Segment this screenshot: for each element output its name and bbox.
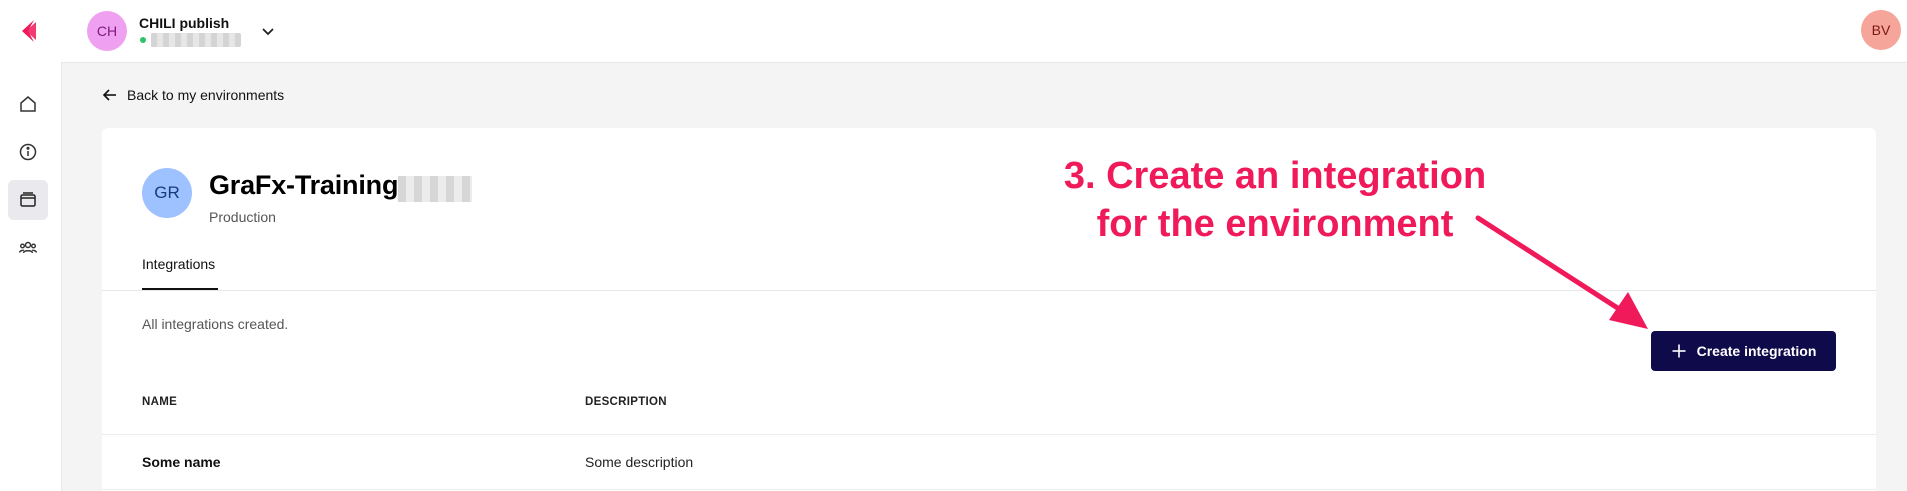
environment-switcher-name[interactable]: CHILI publish: [139, 15, 229, 31]
integrations-status-text: All integrations created.: [142, 316, 289, 332]
home-icon: [20, 96, 36, 112]
nav-home[interactable]: [8, 84, 48, 124]
nav-users[interactable]: [8, 228, 48, 268]
header-divider: [102, 434, 1876, 435]
plus-icon: [1672, 344, 1686, 358]
chili-logo[interactable]: [14, 16, 44, 46]
nav-environments[interactable]: [8, 180, 48, 220]
online-status-dot: [140, 37, 146, 43]
environment-type: Production: [209, 209, 276, 225]
users-icon: [18, 241, 38, 254]
create-integration-label: Create integration: [1696, 343, 1817, 359]
back-link-label: Back to my environments: [127, 87, 285, 103]
tab-divider: [102, 290, 1876, 291]
tutorial-annotation: 3. Create an integration for the environ…: [1040, 152, 1510, 248]
column-header-description: DESCRIPTION: [585, 396, 667, 408]
environment-card-avatar: GR: [142, 168, 192, 218]
user-avatar[interactable]: BV: [1861, 10, 1901, 50]
nav-info[interactable]: [8, 132, 48, 172]
chevron-down-icon[interactable]: [259, 22, 277, 40]
environment-card: GR GraFx-Training Production Integration…: [102, 128, 1876, 491]
table-row-name[interactable]: Some name: [142, 454, 221, 470]
row-divider: [102, 489, 1876, 490]
annotation-line-2: for the environment: [1096, 203, 1454, 245]
top-bar: CH CHILI publish BV: [61, 0, 1907, 63]
create-integration-button[interactable]: Create integration: [1651, 331, 1836, 371]
left-rail: [0, 0, 62, 491]
page-title: GraFx-Training: [209, 170, 399, 200]
info-icon: [19, 143, 37, 161]
table-row-description: Some description: [585, 454, 694, 470]
arrow-left-icon: [102, 89, 116, 101]
redacted-text: [151, 33, 241, 47]
tab-integrations[interactable]: Integrations: [142, 256, 215, 272]
annotation-line-1: 3. Create an integration: [1063, 155, 1487, 197]
back-to-environments-link[interactable]: Back to my environments: [101, 86, 284, 104]
redacted-title-suffix: [398, 176, 472, 202]
column-header-name: NAME: [142, 396, 178, 408]
environment-avatar[interactable]: CH: [87, 11, 127, 51]
environments-icon: [20, 192, 36, 207]
